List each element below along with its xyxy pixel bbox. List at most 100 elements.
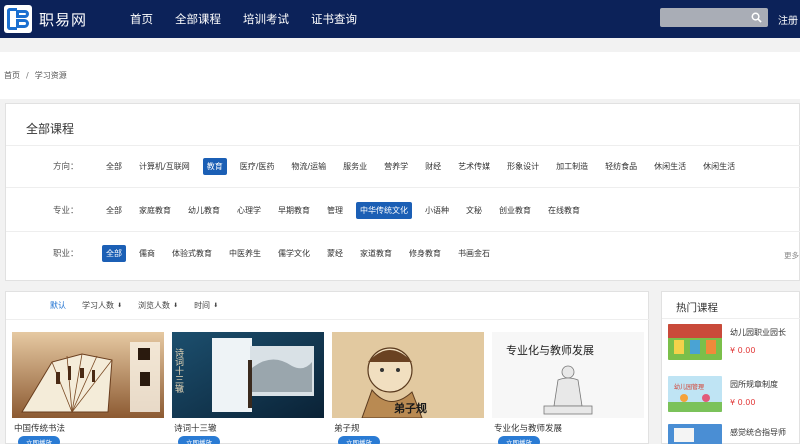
sort-by-views[interactable]: 浏览人数 ⬇: [138, 300, 178, 311]
filter-tag[interactable]: 在线教育: [544, 202, 584, 219]
hot-course-item[interactable]: 幼儿园管理 园所规章制度 ¥ 0.00: [668, 376, 798, 414]
image-caption: 专业化与教师发展: [506, 343, 594, 357]
filter-tag[interactable]: 全部: [102, 158, 126, 175]
course-title[interactable]: 弟子规: [334, 422, 360, 434]
filter-tag[interactable]: 计算机/互联网: [135, 158, 194, 175]
confucius-statue-image: 专业化与教师发展: [492, 332, 644, 418]
filter-tag[interactable]: 管理: [323, 202, 347, 219]
course-card[interactable]: 中国传统书法 立即播放: [12, 332, 164, 444]
image-caption: 幼儿园管理: [674, 383, 704, 391]
course-title[interactable]: 中国传统书法: [14, 422, 65, 434]
filter-row-label: 方向：: [53, 162, 79, 172]
sort-by-time[interactable]: 时间 ⬇: [194, 300, 218, 311]
course-title[interactable]: 诗词十三辙: [174, 422, 217, 434]
filter-tag[interactable]: 中医养生: [225, 245, 265, 262]
filter-tag[interactable]: 修身教育: [405, 245, 445, 262]
filter-tag[interactable]: 教育: [202, 157, 227, 175]
register-link[interactable]: 注册: [778, 12, 798, 27]
breadcrumb-separator: /: [26, 71, 29, 80]
search-box: [660, 8, 768, 27]
filter-title: 全部课程: [26, 122, 75, 136]
filter-tag[interactable]: 艺术传媒: [454, 158, 494, 175]
hot-course-name[interactable]: 幼儿园职业园长: [730, 327, 786, 338]
filter-tag[interactable]: 文秘: [462, 202, 486, 219]
filter-tag[interactable]: 医疗/医药: [236, 158, 279, 175]
image-caption: 弟子规: [394, 401, 427, 415]
divider: [662, 318, 800, 319]
breadcrumb: 首页 / 学习资源: [0, 52, 800, 99]
filter-tag[interactable]: 儒学文化: [274, 245, 314, 262]
filter-tag[interactable]: 体验式教育: [168, 245, 216, 262]
filter-tag[interactable]: 中华传统文化: [356, 201, 412, 219]
arrow-down-icon: ⬇: [213, 302, 219, 309]
hot-course-name[interactable]: 感觉统合指导师: [730, 427, 786, 438]
hot-course-thumbnail[interactable]: 幼儿园管理: [668, 376, 722, 412]
course-thumbnail[interactable]: 专业化与教师发展: [492, 332, 644, 418]
filter-tag[interactable]: 书画金石: [454, 245, 494, 262]
site-logo[interactable]: 职易网: [4, 5, 87, 33]
calligraphy-fan-image: [12, 332, 164, 418]
filter-tag[interactable]: 家庭教育: [135, 202, 175, 219]
filter-tag[interactable]: 全部: [102, 202, 126, 219]
filter-tag[interactable]: 休闲生活: [699, 158, 739, 175]
play-button[interactable]: 立即播放: [18, 436, 60, 444]
filter-row-label: 专业：: [53, 206, 79, 216]
filter-row-major: 专业： 全部 家庭教育 幼儿教育 心理学 早期教育 管理 中华传统文化 小语种 文秘 创业教育 在线…: [6, 200, 800, 220]
nav-item-all-courses[interactable]: 全部课程: [175, 11, 221, 27]
course-card[interactable]: 诗词十三辙 诗词十三辙 立即播放: [172, 332, 324, 444]
sort-by-learners[interactable]: 学习人数 ⬇: [82, 300, 122, 311]
course-thumbnail[interactable]: 诗词十三辙: [172, 332, 324, 418]
play-button[interactable]: 立即播放: [498, 436, 540, 444]
filter-tag[interactable]: 家道教育: [356, 245, 396, 262]
site-name: 职易网: [39, 10, 88, 29]
filter-tag[interactable]: 儒商: [135, 245, 159, 262]
filter-tag[interactable]: 加工制造: [552, 158, 592, 175]
filter-tag[interactable]: 蒙经: [323, 245, 347, 262]
hot-course-price: ¥ 0.00: [730, 346, 756, 355]
hot-courses-panel: 热门课程 幼儿园职业园长 ¥ 0.00 幼儿园管理 园所规章制度 ¥ 0.00: [661, 291, 800, 444]
divider: [6, 187, 800, 188]
kindergarten-management-image: 幼儿园管理: [668, 376, 722, 412]
filter-tag[interactable]: 全部: [102, 244, 126, 262]
sort-label: 默认: [50, 301, 66, 310]
filter-tag[interactable]: 物流/运输: [287, 158, 330, 175]
play-button[interactable]: 立即播放: [338, 436, 380, 444]
main-nav: 首页 全部课程 培训考试 证书查询: [130, 0, 379, 38]
filter-tag[interactable]: 形象设计: [503, 158, 543, 175]
play-button[interactable]: 立即播放: [178, 436, 220, 444]
logo-mark-icon: [4, 5, 32, 33]
sort-label: 时间: [194, 301, 211, 310]
kindergarten-image: [668, 324, 722, 360]
hot-course-item[interactable]: 感觉统合指导师: [668, 424, 798, 444]
hot-course-name[interactable]: 园所规章制度: [730, 379, 778, 390]
course-title[interactable]: 专业化与教师发展: [494, 422, 562, 434]
filter-row-direction: 方向： 全部 计算机/互联网 教育 医疗/医药 物流/运输 服务业 营养学 财经 艺术传媒 形象设…: [6, 156, 800, 176]
filter-tag[interactable]: 休闲生活: [650, 158, 690, 175]
hot-course-item[interactable]: 幼儿园职业园长 ¥ 0.00: [668, 324, 798, 362]
filter-tag[interactable]: 创业教育: [495, 202, 535, 219]
hot-course-thumbnail[interactable]: [668, 324, 722, 360]
course-thumbnail[interactable]: 弟子规: [332, 332, 484, 418]
search-icon[interactable]: [751, 12, 762, 23]
sort-default[interactable]: 默认: [50, 300, 66, 311]
breadcrumb-home[interactable]: 首页: [4, 70, 20, 81]
nav-item-certificate-query[interactable]: 证书查询: [311, 11, 357, 27]
filter-tag[interactable]: 心理学: [233, 202, 265, 219]
filter-tag[interactable]: 幼儿教育: [184, 202, 224, 219]
filter-row-career: 职业： 全部 儒商 体验式教育 中医养生 儒学文化 蒙经 家道教育 修身教育 书画金石: [6, 243, 800, 263]
sort-bar: 默认 学习人数 ⬇ 浏览人数 ⬇ 时间 ⬇: [6, 292, 650, 320]
hot-course-thumbnail[interactable]: [668, 424, 722, 444]
course-card[interactable]: 专业化与教师发展 专业化与教师发展 立即播放: [492, 332, 644, 444]
course-thumbnail[interactable]: [12, 332, 164, 418]
filter-tag[interactable]: 小语种: [421, 202, 453, 219]
filter-tag[interactable]: 轻纺食品: [601, 158, 641, 175]
more-link[interactable]: 更多: [784, 250, 799, 261]
nav-item-home[interactable]: 首页: [130, 11, 153, 27]
filter-tag[interactable]: 服务业: [339, 158, 371, 175]
search-input[interactable]: [664, 10, 744, 25]
filter-tag[interactable]: 早期教育: [274, 202, 314, 219]
filter-tag[interactable]: 营养学: [380, 158, 412, 175]
filter-tag[interactable]: 财经: [421, 158, 445, 175]
nav-item-training-exam[interactable]: 培训考试: [243, 11, 289, 27]
course-card[interactable]: 弟子规 弟子规 立即播放: [332, 332, 484, 444]
